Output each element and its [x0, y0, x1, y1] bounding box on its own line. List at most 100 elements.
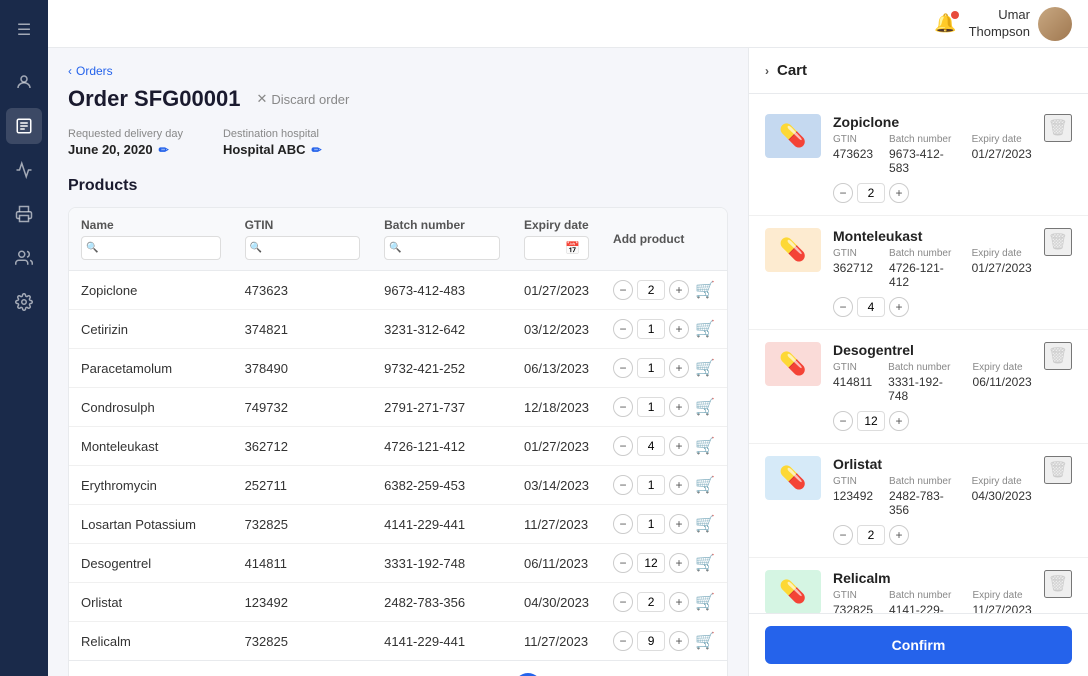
add-to-cart-icon[interactable]: 🛒	[695, 436, 715, 456]
qty-decrease-button[interactable]: −	[613, 553, 633, 573]
cart-delete-button[interactable]: 🗑	[1044, 570, 1072, 598]
qty-increase-button[interactable]: +	[669, 436, 689, 456]
qty-decrease-button[interactable]: −	[613, 514, 633, 534]
add-to-cart-icon[interactable]: 🛒	[695, 553, 715, 573]
expiry-date-input[interactable]: 📅	[524, 236, 589, 260]
qty-decrease-button[interactable]: −	[613, 631, 633, 651]
qty-control: − +	[613, 436, 689, 456]
qty-decrease-button[interactable]: −	[613, 280, 633, 300]
back-to-orders[interactable]: ‹ Orders	[68, 64, 728, 78]
add-to-cart-icon[interactable]: 🛒	[695, 631, 715, 651]
back-label: Orders	[76, 64, 113, 78]
qty-input[interactable]	[637, 553, 665, 573]
qty-input[interactable]	[637, 280, 665, 300]
qty-decrease-button[interactable]: −	[613, 358, 633, 378]
discard-order-button[interactable]: ✕ Discard order	[256, 91, 349, 107]
gtin-value: 732825	[833, 603, 873, 613]
cart-cell: 🛒	[695, 280, 715, 300]
qty-input[interactable]	[637, 631, 665, 651]
cart-qty-increase[interactable]: +	[889, 183, 909, 203]
delivery-edit-icon[interactable]: ✏	[159, 143, 169, 157]
cart-qty-increase[interactable]: +	[889, 525, 909, 545]
qty-decrease-button[interactable]: −	[613, 436, 633, 456]
cart-item-info: Zopiclone GTIN 473623 Batch number 9673-…	[833, 114, 1032, 203]
cell-gtin: 732825	[233, 622, 373, 661]
cell-batch: 4141-229-441	[372, 622, 512, 661]
cart-qty-decrease[interactable]: −	[833, 525, 853, 545]
batch-search-input[interactable]	[384, 236, 500, 260]
qty-decrease-button[interactable]: −	[613, 475, 633, 495]
cart-qty-decrease[interactable]: −	[833, 297, 853, 317]
cart-batch-col: Batch number 9673-412-583	[889, 134, 956, 175]
cart-qty-input[interactable]	[857, 525, 885, 545]
qty-input[interactable]	[637, 319, 665, 339]
settings-icon[interactable]	[6, 284, 42, 320]
qty-decrease-button[interactable]: −	[613, 592, 633, 612]
cart-delete-button[interactable]: 🗑	[1044, 114, 1072, 142]
cart-delete-button[interactable]: 🗑	[1044, 456, 1072, 484]
qty-increase-button[interactable]: +	[669, 358, 689, 378]
cart-delete-button[interactable]: 🗑	[1044, 228, 1072, 256]
add-to-cart-icon[interactable]: 🛒	[695, 358, 715, 378]
orders-icon[interactable]	[6, 108, 42, 144]
cart-qty-control: − +	[833, 525, 1032, 545]
user-name: Umar Thompson	[969, 7, 1030, 41]
cart-cell: 🛒	[695, 475, 715, 495]
qty-decrease-button[interactable]: −	[613, 319, 633, 339]
cart-header[interactable]: › Cart	[749, 48, 1088, 94]
cart-qty-decrease[interactable]: −	[833, 183, 853, 203]
confirm-button[interactable]: Confirm	[765, 626, 1072, 664]
name-search-input[interactable]	[81, 236, 221, 260]
batch-label: Batch number	[889, 248, 956, 259]
qty-increase-button[interactable]: +	[669, 514, 689, 534]
gtin-search-input[interactable]	[245, 236, 361, 260]
cart-qty-increase[interactable]: +	[889, 411, 909, 431]
cell-expiry: 01/27/2023	[512, 427, 601, 466]
analytics-icon[interactable]	[6, 152, 42, 188]
avatar[interactable]	[1038, 7, 1072, 41]
qty-increase-button[interactable]: +	[669, 592, 689, 612]
cart-delete-button[interactable]: 🗑	[1044, 342, 1072, 370]
add-to-cart-icon[interactable]: 🛒	[695, 514, 715, 534]
add-to-cart-icon[interactable]: 🛒	[695, 280, 715, 300]
qty-input[interactable]	[637, 514, 665, 534]
table-row: Condrosulph 749732 2791-271-737 12/18/20…	[69, 388, 727, 427]
qty-input[interactable]	[637, 475, 665, 495]
cell-expiry: 03/12/2023	[512, 310, 601, 349]
notification-bell[interactable]: 🔔	[934, 13, 956, 34]
add-to-cart-icon[interactable]: 🛒	[695, 397, 715, 417]
cart-qty-input[interactable]	[857, 183, 885, 203]
cart-qty-input[interactable]	[857, 297, 885, 317]
cell-batch: 3331-192-748	[372, 544, 512, 583]
qty-increase-button[interactable]: +	[669, 280, 689, 300]
add-to-cart-icon[interactable]: 🛒	[695, 592, 715, 612]
qty-input[interactable]	[637, 436, 665, 456]
cart-items-list: 💊 Zopiclone GTIN 473623 Batch number 967…	[749, 94, 1088, 613]
add-to-cart-icon[interactable]: 🛒	[695, 475, 715, 495]
qty-increase-button[interactable]: +	[669, 475, 689, 495]
cart-cell: 🛒	[695, 553, 715, 573]
people-icon[interactable]	[6, 240, 42, 276]
user-icon[interactable]	[6, 64, 42, 100]
pagination: Rows 1-10 from 72 1 2 3 4 ... 7 ›	[69, 660, 727, 676]
cell-expiry: 06/11/2023	[512, 544, 601, 583]
qty-decrease-button[interactable]: −	[613, 397, 633, 417]
qty-increase-button[interactable]: +	[669, 397, 689, 417]
cart-qty-increase[interactable]: +	[889, 297, 909, 317]
qty-increase-button[interactable]: +	[669, 319, 689, 339]
qty-input[interactable]	[637, 358, 665, 378]
close-icon: ✕	[256, 91, 267, 107]
qty-input[interactable]	[637, 592, 665, 612]
cart-qty-decrease[interactable]: −	[833, 411, 853, 431]
cart-qty-input[interactable]	[857, 411, 885, 431]
qty-increase-button[interactable]: +	[669, 553, 689, 573]
print-icon[interactable]	[6, 196, 42, 232]
cart-item-info: Orlistat GTIN 123492 Batch number 2482-7…	[833, 456, 1032, 545]
menu-icon[interactable]: ☰	[6, 12, 42, 48]
main-content: 🔔 Umar Thompson ‹ Orders Order SFG00001 …	[48, 0, 1088, 676]
qty-increase-button[interactable]: +	[669, 631, 689, 651]
qty-input[interactable]	[637, 397, 665, 417]
add-to-cart-icon[interactable]: 🛒	[695, 319, 715, 339]
hospital-edit-icon[interactable]: ✏	[312, 143, 322, 157]
cell-name: Relicalm	[69, 622, 233, 661]
